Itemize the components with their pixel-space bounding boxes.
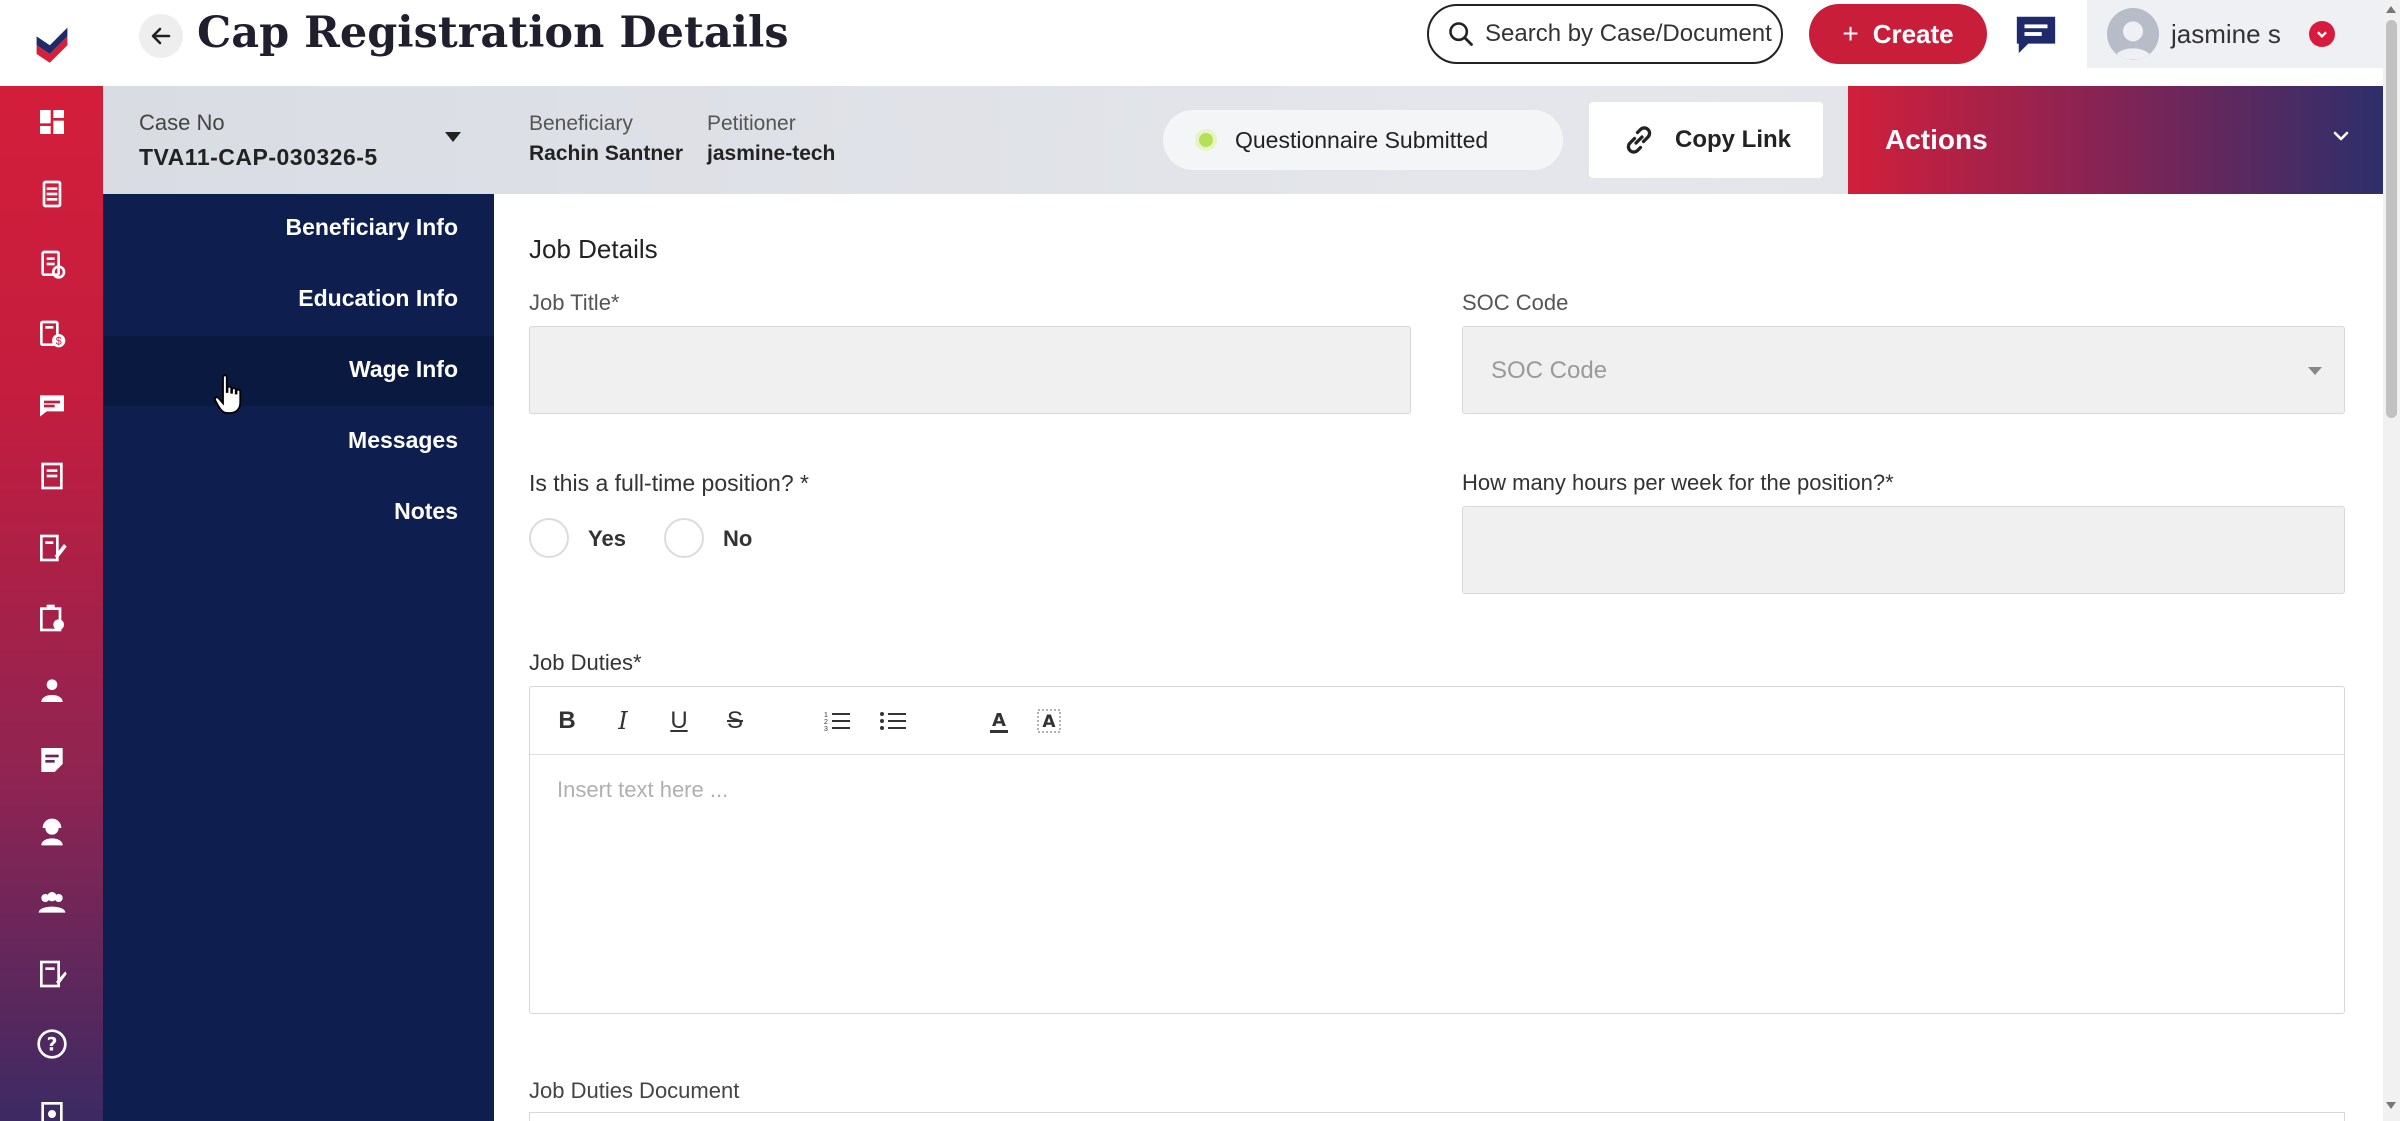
logo-icon	[36, 27, 67, 63]
case-no-label: Case No	[139, 110, 225, 135]
section-title: Job Details	[529, 234, 658, 264]
beneficiary-name: Rachin Santner	[529, 142, 684, 165]
search-input[interactable]	[1485, 20, 1775, 48]
sidebar-item-beneficiary-info[interactable]: Beneficiary Info	[285, 214, 458, 241]
notes-icon[interactable]	[0, 736, 103, 784]
petitioner-name: jasmine-tech	[707, 142, 836, 165]
user-icon[interactable]	[0, 666, 103, 714]
search-box[interactable]	[1427, 4, 1783, 64]
svg-text:3: 3	[824, 726, 828, 733]
yes-label: Yes	[588, 526, 626, 551]
support-agent-icon[interactable]	[0, 808, 103, 856]
edit-form-icon[interactable]	[0, 524, 103, 572]
messages-button[interactable]	[2009, 8, 2063, 60]
search-icon	[1449, 22, 1473, 46]
sidebar-item-notes[interactable]: Notes	[394, 498, 458, 525]
job-duties-document-label: Job Duties Document	[529, 1078, 740, 1103]
team-icon[interactable]	[0, 878, 103, 926]
form-check-icon[interactable]	[0, 240, 103, 288]
sidebar-item-education-info[interactable]: Education Info	[298, 285, 458, 312]
create-button[interactable]: + Create	[1809, 4, 1987, 64]
hand-cursor-icon	[214, 374, 242, 414]
case-dropdown-caret-icon[interactable]	[445, 132, 461, 142]
hours-per-week-label: How many hours per week for the position…	[1462, 470, 1894, 495]
actions-label: Actions	[1885, 124, 1988, 155]
chat-bubble-icon	[2016, 16, 2056, 54]
user-menu[interactable]: jasmine s	[2087, 0, 2383, 68]
status-dot-icon	[1199, 133, 1213, 147]
scroll-down-icon[interactable]	[2386, 1102, 2396, 1109]
bullet-list-icon[interactable]	[876, 704, 910, 738]
svg-text:2: 2	[824, 719, 828, 726]
settings-icon[interactable]	[0, 1090, 103, 1121]
full-time-label: Is this a full-time position? *	[529, 470, 809, 496]
user-avatar-icon	[2114, 21, 2152, 60]
case-number: TVA11-CAP-030326-5	[139, 144, 378, 170]
ordered-list-icon[interactable]: 123	[820, 704, 854, 738]
svg-text:1: 1	[824, 712, 828, 719]
book-icon[interactable]	[0, 452, 103, 500]
job-duties-document-upload[interactable]	[529, 1112, 2345, 1121]
job-title-label: Job Title*	[529, 290, 620, 315]
billing-icon[interactable]: $	[0, 310, 103, 358]
chat-icon[interactable]	[0, 382, 103, 430]
scrollbar-thumb[interactable]	[2386, 20, 2397, 418]
svg-text:A: A	[1042, 712, 1056, 732]
job-title-input[interactable]	[529, 326, 1411, 414]
bold-icon[interactable]: B	[550, 704, 584, 738]
icon-rail: $ ?	[0, 0, 103, 1121]
help-icon[interactable]: ?	[0, 1020, 103, 1068]
documents-icon[interactable]	[0, 170, 103, 218]
job-duties-placeholder: Insert text here ...	[557, 777, 729, 802]
actions-dropdown[interactable]: Actions	[1848, 86, 2383, 194]
svg-text:?: ?	[46, 1035, 57, 1056]
status-badge: Questionnaire Submitted	[1163, 110, 1563, 170]
job-duties-label: Job Duties*	[529, 650, 642, 675]
section-sidebar: Beneficiary Info Education Info Wage Inf…	[103, 194, 494, 1121]
arrow-left-icon	[151, 27, 171, 45]
soc-code-select[interactable]: SOC Code	[1462, 326, 2345, 414]
strikethrough-icon[interactable]: S	[718, 704, 752, 738]
chevron-down-icon	[2308, 367, 2322, 375]
sidebar-item-wage-info[interactable]: Wage Info	[349, 356, 458, 383]
svg-text:A: A	[992, 710, 1006, 731]
scroll-up-icon[interactable]	[2386, 6, 2396, 13]
back-button[interactable]	[139, 14, 183, 58]
full-time-no-radio[interactable]	[664, 518, 704, 558]
beneficiary-label: Beneficiary	[529, 112, 633, 135]
job-duties-editor[interactable]: B I U S 123 A A Insert text here ...	[529, 686, 2345, 1014]
hours-per-week-input[interactable]	[1462, 506, 2345, 594]
copy-link-button[interactable]: Copy Link	[1589, 102, 1823, 178]
clipboard-icon[interactable]	[0, 594, 103, 642]
italic-icon[interactable]: I	[606, 704, 640, 738]
full-time-yes-radio[interactable]	[529, 518, 569, 558]
editor-toolbar: B I U S 123 A A	[530, 687, 2344, 755]
top-header: Cap Registration Details + Create jasmin…	[103, 0, 2383, 86]
petitioner-label: Petitioner	[707, 112, 796, 135]
copy-link-label: Copy Link	[1674, 126, 1791, 153]
create-button-label: Create	[1872, 18, 1954, 49]
svg-text:$: $	[55, 336, 61, 348]
job-details-form: Job Details Job Title* SOC Code SOC Code…	[494, 194, 2383, 1121]
dashboard-icon[interactable]	[0, 98, 103, 146]
background-color-icon[interactable]: A	[1032, 704, 1066, 738]
user-name: jasmine s	[2171, 18, 2281, 49]
link-icon	[1626, 126, 1652, 154]
status-text: Questionnaire Submitted	[1235, 126, 1489, 153]
case-bar: Case No TVA11-CAP-030326-5 Beneficiary R…	[103, 86, 2383, 194]
soc-code-label: SOC Code	[1462, 290, 1569, 315]
text-color-icon[interactable]: A	[982, 704, 1016, 738]
underline-icon[interactable]: U	[662, 704, 696, 738]
app-logo[interactable]	[0, 0, 103, 86]
page-title: Cap Registration Details	[197, 8, 789, 58]
chevron-down-icon	[2333, 131, 2349, 141]
soc-code-placeholder: SOC Code	[1491, 357, 1608, 384]
avatar	[2107, 8, 2159, 60]
plus-icon: +	[1842, 18, 1859, 49]
no-label: No	[723, 526, 753, 551]
reports-icon[interactable]	[0, 950, 103, 998]
chevron-down-icon[interactable]	[2308, 21, 2335, 47]
sidebar-item-messages[interactable]: Messages	[348, 427, 458, 454]
